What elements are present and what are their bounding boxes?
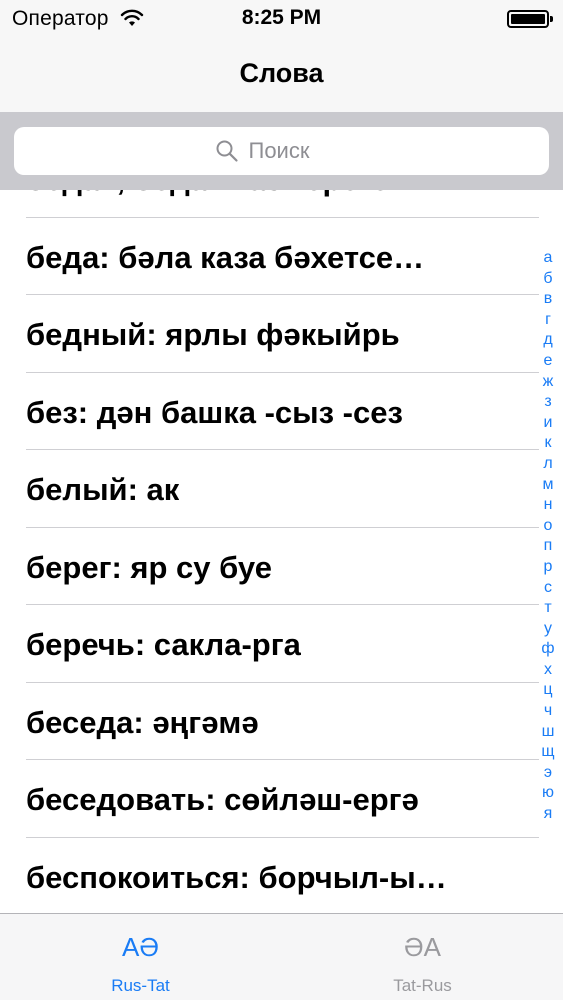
index-letter[interactable]: ж bbox=[543, 372, 554, 393]
index-letter[interactable]: с bbox=[544, 578, 552, 599]
index-letter[interactable]: я bbox=[544, 804, 553, 825]
tab-label: Tat-Rus bbox=[393, 976, 452, 995]
index-letter[interactable]: л bbox=[543, 454, 552, 475]
section-index[interactable]: абвгдежзиклмнопрстуфхцчшщэюя bbox=[537, 248, 559, 825]
tab-label: Rus-Tat bbox=[111, 976, 170, 995]
index-letter[interactable]: м bbox=[543, 475, 554, 496]
search-input[interactable] bbox=[248, 138, 349, 164]
index-letter[interactable]: р bbox=[544, 557, 553, 578]
tab-bar: АӘ Rus-Tat ӘА Tat-Rus bbox=[0, 913, 563, 1000]
index-letter[interactable]: э bbox=[544, 763, 552, 784]
search-field[interactable] bbox=[14, 127, 549, 175]
tat-rus-icon: ӘА bbox=[404, 932, 441, 962]
index-letter[interactable]: т bbox=[544, 598, 551, 619]
list-item-text: беседовать: сөйләш-ергә bbox=[26, 782, 419, 817]
list-item[interactable]: берег: яр су буе bbox=[0, 528, 563, 605]
list-item-text: бедах, бедах каз тереге bbox=[26, 190, 389, 198]
list-item-text: беда: бәла каза бәхетсе… bbox=[26, 239, 425, 275]
index-letter[interactable]: ю bbox=[542, 783, 554, 804]
index-letter[interactable]: ф bbox=[541, 639, 554, 660]
list-item-text: бедный: ярлы фәкыйрь bbox=[26, 317, 400, 352]
list-item[interactable]: бедах, бедах каз тереге bbox=[0, 190, 563, 218]
index-letter[interactable]: а bbox=[544, 248, 553, 269]
tab-rus-tat[interactable]: АӘ Rus-Tat bbox=[0, 914, 281, 1000]
index-letter[interactable]: х bbox=[544, 660, 552, 681]
tab-tat-rus[interactable]: ӘА Tat-Rus bbox=[282, 914, 563, 1000]
list-item[interactable]: беседовать: сөйләш-ергә bbox=[0, 760, 563, 838]
status-time: 8:25 PM bbox=[241, 6, 322, 29]
index-letter[interactable]: у bbox=[544, 619, 552, 640]
index-letter[interactable]: к bbox=[545, 433, 552, 454]
word-list: бедах, бедах каз тереге беда: бәла каза … bbox=[0, 190, 563, 913]
status-bar: Оператор 8:25 PM bbox=[0, 0, 563, 40]
list-item[interactable]: бедный: ярлы фәкыйрь bbox=[0, 295, 563, 373]
index-letter[interactable]: е bbox=[544, 351, 553, 372]
list-item[interactable]: беспокоиться: борчыл-ы… bbox=[0, 838, 563, 914]
list-item-text: беречь: сакла-рга bbox=[26, 627, 301, 662]
index-letter[interactable]: д bbox=[543, 330, 552, 351]
list-item[interactable]: беседа: әңгәмә bbox=[0, 683, 563, 760]
list-item-text: белый: ак bbox=[26, 472, 180, 507]
page-title: Слова bbox=[239, 58, 324, 88]
list-item[interactable]: без: дән башка -сыз -сез bbox=[0, 373, 563, 450]
search-bar bbox=[0, 112, 563, 190]
index-letter[interactable]: ш bbox=[542, 722, 555, 743]
list-item-text: беспокоиться: борчыл-ы… bbox=[26, 859, 447, 895]
battery-icon bbox=[507, 10, 553, 28]
index-letter[interactable]: и bbox=[544, 413, 553, 434]
list-item-text: берег: яр су буе bbox=[26, 549, 272, 585]
list-item[interactable]: беда: бәла каза бәхетсе… bbox=[0, 218, 563, 295]
list-item[interactable]: белый: ак bbox=[0, 450, 563, 528]
list-item[interactable]: беречь: сакла-рга bbox=[0, 605, 563, 683]
rus-tat-icon: АӘ bbox=[122, 932, 159, 962]
list-item-text: беседа: әңгәмә bbox=[26, 704, 259, 740]
index-letter[interactable]: ч bbox=[544, 701, 552, 722]
index-letter[interactable]: н bbox=[544, 495, 553, 516]
index-letter[interactable]: г bbox=[545, 310, 551, 331]
index-letter[interactable]: п bbox=[544, 536, 553, 557]
index-letter[interactable]: в bbox=[544, 289, 553, 310]
index-letter[interactable]: б bbox=[543, 269, 552, 290]
index-letter[interactable]: щ bbox=[541, 742, 554, 763]
search-icon bbox=[216, 140, 238, 162]
top-bar: Оператор 8:25 PM Слова bbox=[0, 0, 563, 190]
index-letter[interactable]: ц bbox=[543, 680, 552, 701]
index-letter[interactable]: о bbox=[544, 516, 553, 537]
list-item-text: без: дән башка -сыз -сез bbox=[26, 394, 403, 430]
index-letter[interactable]: з bbox=[544, 392, 551, 413]
